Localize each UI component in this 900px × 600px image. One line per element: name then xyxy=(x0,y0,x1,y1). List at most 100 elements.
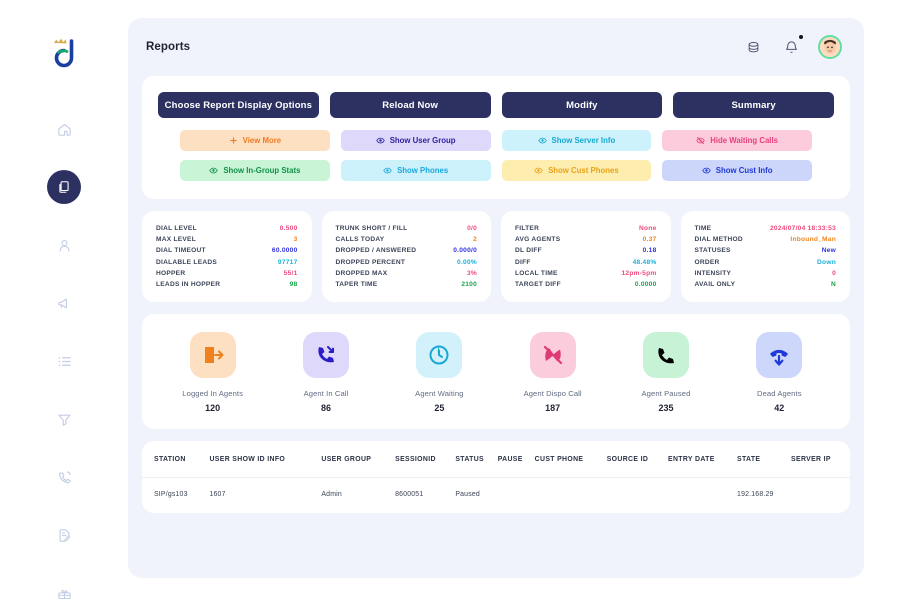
pill-show-cust-info[interactable]: Show Cust Info xyxy=(662,160,812,181)
pill-label: Show Cust Phones xyxy=(548,166,619,175)
actions-card: Choose Report Display Options Reload Now… xyxy=(142,76,850,199)
table-column-header: USER SHOW ID INFO xyxy=(209,441,321,478)
bell-icon[interactable] xyxy=(780,36,802,58)
pill-label: Show In-Group Stats xyxy=(223,166,300,175)
table-cell xyxy=(791,478,850,514)
pill-view-more[interactable]: View More xyxy=(180,130,330,151)
stat-label: ORDER xyxy=(695,259,720,266)
stat-value: 0.500 xyxy=(280,225,298,232)
agent-sessions-table-card: STATIONUSER SHOW ID INFOUSER GROUPSESSIO… xyxy=(142,441,850,513)
agent-sessions-table: STATIONUSER SHOW ID INFOUSER GROUPSESSIO… xyxy=(142,441,850,513)
sidebar-item-home[interactable] xyxy=(47,112,81,146)
database-icon[interactable] xyxy=(742,36,764,58)
sidebar-item-reports[interactable] xyxy=(47,170,81,204)
sidebar-item-calls[interactable] xyxy=(47,460,81,494)
stat-row: FILTERNone xyxy=(515,223,657,234)
stat-row: DIAL TIMEOUT60.0000 xyxy=(156,245,298,256)
table-cell xyxy=(607,478,668,514)
agent-stat-agent-dispo-call[interactable]: Agent Dispo Call187 xyxy=(496,332,609,413)
table-column-header: ENTRY DATE xyxy=(668,441,737,478)
stat-row: DROPPED PERCENT0.00% xyxy=(336,257,478,268)
stat-row: LOCAL TIME12pm-5pm xyxy=(515,268,657,279)
stat-label: AVAIL ONLY xyxy=(695,281,736,288)
stat-label: DROPPED / ANSWERED xyxy=(336,247,417,254)
crown-d-logo xyxy=(44,34,84,68)
stat-label: TIME xyxy=(695,225,712,232)
eye-icon xyxy=(538,136,547,145)
stat-label: LOCAL TIME xyxy=(515,270,558,277)
agent-status-card: Logged In Agents120Agent In Call86Agent … xyxy=(142,314,850,429)
table-cell xyxy=(668,478,737,514)
stat-label: DIFF xyxy=(515,259,531,266)
stat-label: DIALABLE LEADS xyxy=(156,259,217,266)
stat-value: Inbound_Man xyxy=(790,236,836,243)
stat-row: ORDERDown xyxy=(695,257,837,268)
sidebar-item-integrations[interactable] xyxy=(47,576,81,600)
stat-value: None xyxy=(639,225,656,232)
sidebar-item-scripts[interactable] xyxy=(47,518,81,552)
agent-stat-value: 86 xyxy=(321,403,331,413)
table-column-header: SERVER IP xyxy=(791,441,850,478)
agent-stat-label: Agent Paused xyxy=(642,389,691,398)
sidebar-item-users[interactable] xyxy=(47,228,81,262)
summary-button[interactable]: Summary xyxy=(673,92,834,118)
phone-pause-icon xyxy=(654,343,678,367)
pill-hide-waiting-calls[interactable]: Hide Waiting Calls xyxy=(662,130,812,151)
table-cell: 192.168.29 xyxy=(737,478,791,514)
stat-value: 0.18 xyxy=(643,247,657,254)
eye-icon xyxy=(538,136,547,145)
sidebar-nav xyxy=(47,112,81,600)
stat-row: TAPER TIME2100 xyxy=(336,279,478,290)
stat-value: 2 xyxy=(473,236,477,243)
modify-button[interactable]: Modify xyxy=(502,92,663,118)
stats-card-calls: TRUNK SHORT / FILL 0/0 CALLS TODAY 2 DROPPED… xyxy=(322,211,492,302)
stat-label: TAPER TIME xyxy=(336,281,378,288)
topbar-actions xyxy=(742,35,842,59)
table-row[interactable]: SIP/gs1031607Admin8600051Paused192.168.2… xyxy=(142,478,850,514)
stats-strip: DIAL LEVEL0.500MAX LEVEL3DIAL TIMEOUT60.… xyxy=(142,211,850,302)
stats-card-dial: DIAL LEVEL0.500MAX LEVEL3DIAL TIMEOUT60.… xyxy=(142,211,312,302)
pill-show-server-info[interactable]: Show Server Info xyxy=(502,130,652,151)
sidebar-item-campaigns[interactable] xyxy=(47,286,81,320)
toggle-pill-grid: View More Show User Group Show Server Info… xyxy=(158,130,834,181)
stat-label: CALLS TODAY xyxy=(336,236,385,243)
agent-stat-logged-in-agents[interactable]: Logged In Agents120 xyxy=(156,332,269,413)
sidebar-item-lists[interactable] xyxy=(47,344,81,378)
table-body: SIP/gs1031607Admin8600051Paused192.168.2… xyxy=(142,478,850,514)
stat-value: 0/0 xyxy=(467,225,477,232)
eye-icon xyxy=(534,166,543,175)
stat-row: STATUSESNew xyxy=(695,245,837,256)
stats-card-system: TIME2024/07/04 18:33:53DIAL METHODInboun… xyxy=(681,211,851,302)
stat-row: DIAL METHODInbound_Man xyxy=(695,234,837,245)
stat-label: DROPPED MAX xyxy=(336,270,388,277)
stat-value: 0.0000 xyxy=(635,281,657,288)
pill-show-phones[interactable]: Show Phones xyxy=(341,160,491,181)
stat-label: TRUNK SHORT / FILL xyxy=(336,225,408,232)
app-root: Reports xyxy=(0,0,900,600)
eye-slash-icon xyxy=(696,136,705,145)
plus-icon xyxy=(229,136,238,145)
pill-show-in-group-stats[interactable]: Show In-Group Stats xyxy=(180,160,330,181)
logout-door-icon xyxy=(190,332,236,378)
stat-label: DIAL TIMEOUT xyxy=(156,247,206,254)
table-cell: Paused xyxy=(455,478,497,514)
agent-stat-value: 42 xyxy=(774,403,784,413)
phone-incall-icon xyxy=(303,332,349,378)
user-avatar[interactable] xyxy=(818,35,842,59)
agent-stat-value: 235 xyxy=(658,403,673,413)
table-cell: SIP/gs103 xyxy=(142,478,209,514)
call-end-icon xyxy=(530,332,576,378)
agent-stat-dead-agents[interactable]: Dead Agents42 xyxy=(723,332,836,413)
table-column-header: USER GROUP xyxy=(321,441,395,478)
agent-stat-agent-paused[interactable]: Agent Paused 235 xyxy=(609,332,722,413)
eye-icon xyxy=(383,166,392,175)
choose-report-display-options-button[interactable]: Choose Report Display Options xyxy=(158,92,319,118)
agent-stat-agent-in-call[interactable]: Agent In Call86 xyxy=(269,332,382,413)
pill-show-user-group[interactable]: Show User Group xyxy=(341,130,491,151)
stat-row: LEADS IN HOPPER98 xyxy=(156,279,298,290)
stat-label: HOPPER xyxy=(156,270,185,277)
reload-now-button[interactable]: Reload Now xyxy=(330,92,491,118)
sidebar-item-filters[interactable] xyxy=(47,402,81,436)
agent-stat-agent-waiting[interactable]: Agent Waiting25 xyxy=(383,332,496,413)
pill-show-cust-phones[interactable]: Show Cust Phones xyxy=(502,160,652,181)
